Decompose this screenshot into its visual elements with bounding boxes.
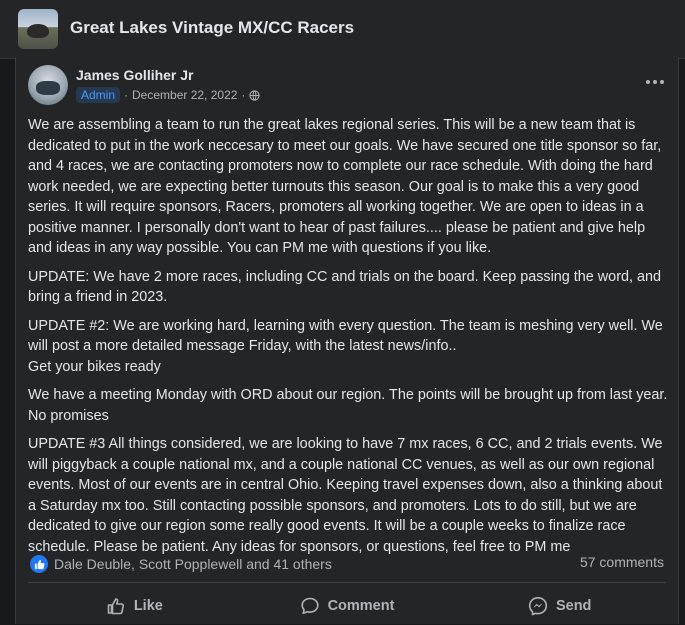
messenger-icon: [528, 597, 548, 616]
thumbs-up-icon: [107, 598, 124, 615]
send-button[interactable]: Send: [453, 587, 666, 625]
like-label: Like: [133, 598, 163, 614]
author-name[interactable]: James Golliher Jr: [76, 67, 194, 83]
group-title[interactable]: Great Lakes Vintage MX/CC Racers: [70, 18, 354, 38]
group-thumbnail[interactable]: [18, 9, 58, 49]
actions-divider: [28, 582, 666, 583]
more-dot: [653, 80, 657, 84]
post-body: We are assembling a team to run the grea…: [28, 115, 672, 565]
group-header: Great Lakes Vintage MX/CC Racers: [0, 0, 685, 59]
admin-badge[interactable]: Admin: [76, 87, 121, 103]
post-meta: Admin · December 22, 2022 ·: [76, 86, 261, 104]
group-thumbnail-photo: [27, 24, 49, 38]
like-button[interactable]: Like: [28, 587, 241, 625]
comment-button[interactable]: Comment: [241, 587, 454, 625]
comments-count[interactable]: 57 comments: [580, 554, 664, 570]
post-paragraph: We have a meeting Monday with ORD about …: [28, 387, 668, 424]
speech-bubble-icon: [300, 597, 319, 615]
meta-separator: ·: [124, 88, 129, 102]
post-card: James Golliher Jr Admin · December 22, 2…: [15, 57, 679, 624]
send-label: Send: [555, 598, 592, 614]
like-icon: [30, 555, 48, 573]
avatar-photo: [36, 81, 60, 95]
avatar[interactable]: [28, 65, 68, 105]
globe-icon: [249, 89, 261, 101]
meta-separator-2: ·: [241, 88, 246, 102]
more-options-icon: [646, 80, 650, 84]
post-paragraph: We are assembling a team to run the grea…: [28, 117, 662, 256]
post-paragraph: UPDATE #2: We are working hard, learning…: [28, 317, 663, 375]
post-date[interactable]: December 22, 2022: [132, 88, 237, 102]
post-paragraph: UPDATE #3 All things considered, we are …: [28, 436, 663, 555]
more-dot: [660, 80, 664, 84]
more-options-button[interactable]: [642, 71, 668, 93]
post-actions: Like Comment Send: [28, 587, 666, 625]
comment-label: Comment: [327, 598, 395, 614]
reactions-summary[interactable]: Dale Deuble, Scott Popplewell and 41 oth…: [30, 554, 332, 574]
post-paragraph: UPDATE: We have 2 more races, including …: [28, 268, 661, 306]
reactions-text: Dale Deuble, Scott Popplewell and 41 oth…: [54, 556, 332, 572]
